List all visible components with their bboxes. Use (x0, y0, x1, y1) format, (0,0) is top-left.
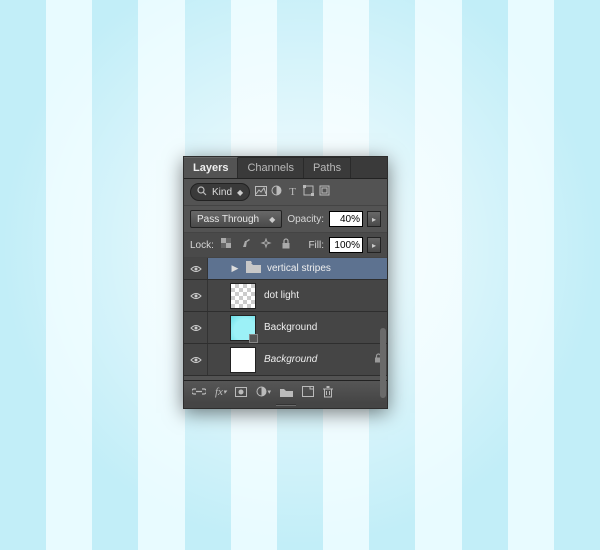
filter-image-icon[interactable] (255, 186, 266, 199)
resize-grip[interactable] (184, 402, 387, 408)
blend-mode-value: Pass Through (197, 214, 259, 225)
layer-background-locked[interactable]: Background (184, 344, 387, 376)
filter-kind-dropdown[interactable]: Kind ◆ (190, 183, 250, 201)
adjustment-layer-icon[interactable]: ▾ (256, 386, 271, 397)
visibility-toggle[interactable] (184, 312, 208, 343)
layer-dot-light[interactable]: dot light (184, 280, 387, 312)
visibility-toggle[interactable] (184, 280, 208, 311)
new-layer-icon[interactable] (302, 386, 314, 397)
opacity-label: Opacity: (287, 214, 324, 225)
filter-row: Kind ◆ T (184, 179, 387, 206)
link-layers-icon[interactable] (192, 387, 206, 396)
lock-position-icon[interactable] (259, 238, 274, 253)
fill-label: Fill: (308, 240, 324, 251)
layer-group-vertical-stripes[interactable]: ▶ vertical stripes (184, 258, 387, 280)
blend-mode-dropdown[interactable]: Pass Through ◆ (190, 210, 282, 228)
disclosure-triangle-icon[interactable]: ▶ (230, 263, 240, 274)
layer-name[interactable]: Background (264, 354, 373, 365)
layer-name[interactable]: Background (264, 322, 387, 333)
layer-thumbnail[interactable] (230, 347, 256, 373)
layer-thumbnail[interactable] (230, 315, 256, 341)
layer-name[interactable]: dot light (264, 290, 387, 301)
eye-icon (190, 324, 202, 332)
visibility-toggle[interactable] (184, 258, 208, 279)
lock-all-icon[interactable] (279, 238, 294, 252)
layer-thumbnail[interactable] (230, 283, 256, 309)
layer-name[interactable]: vertical stripes (267, 263, 387, 274)
filter-shape-icon[interactable] (303, 185, 314, 199)
opacity-flyout-button[interactable]: ▸ (367, 211, 381, 227)
layers-panel: Layers Channels Paths Kind ◆ T Pass Thro… (183, 156, 388, 409)
eye-icon (190, 292, 202, 300)
tab-layers[interactable]: Layers (184, 157, 238, 178)
delete-layer-icon[interactable] (323, 386, 333, 398)
dropdown-caret-icon: ◆ (237, 188, 243, 197)
tab-paths[interactable]: Paths (304, 157, 351, 178)
panel-footer: fx▾ ▾ (184, 380, 387, 402)
layer-list: ▶ vertical stripes dot light Background (184, 258, 387, 380)
layer-mask-icon[interactable] (235, 387, 247, 397)
fill-input[interactable]: 100% (329, 237, 363, 253)
search-icon (197, 186, 207, 199)
lock-pixels-icon[interactable] (239, 238, 254, 252)
panel-tabbar: Layers Channels Paths (184, 157, 387, 179)
lock-row: Lock: Fill: 100% ▸ (184, 233, 387, 258)
folder-icon (246, 261, 261, 276)
blend-row: Pass Through ◆ Opacity: 40% ▸ (184, 206, 387, 233)
lock-transparency-icon[interactable] (219, 238, 234, 252)
eye-icon (190, 265, 202, 273)
opacity-input[interactable]: 40% (329, 211, 363, 227)
visibility-toggle[interactable] (184, 344, 208, 375)
dropdown-caret-icon: ◆ (269, 215, 275, 224)
filter-kind-label: Kind (212, 187, 232, 198)
layer-style-icon[interactable]: fx▾ (215, 386, 226, 398)
fill-flyout-button[interactable]: ▸ (367, 237, 381, 253)
vector-mask-badge-icon (249, 334, 258, 343)
filter-type-icon[interactable]: T (287, 186, 298, 198)
scrollbar-thumb[interactable] (380, 328, 386, 398)
tab-channels[interactable]: Channels (238, 157, 303, 178)
lock-label: Lock: (190, 240, 214, 251)
new-group-icon[interactable] (280, 387, 293, 397)
eye-icon (190, 356, 202, 364)
filter-smartobject-icon[interactable] (319, 185, 330, 199)
layer-background-cyan[interactable]: Background (184, 312, 387, 344)
filter-adjustment-icon[interactable] (271, 185, 282, 199)
